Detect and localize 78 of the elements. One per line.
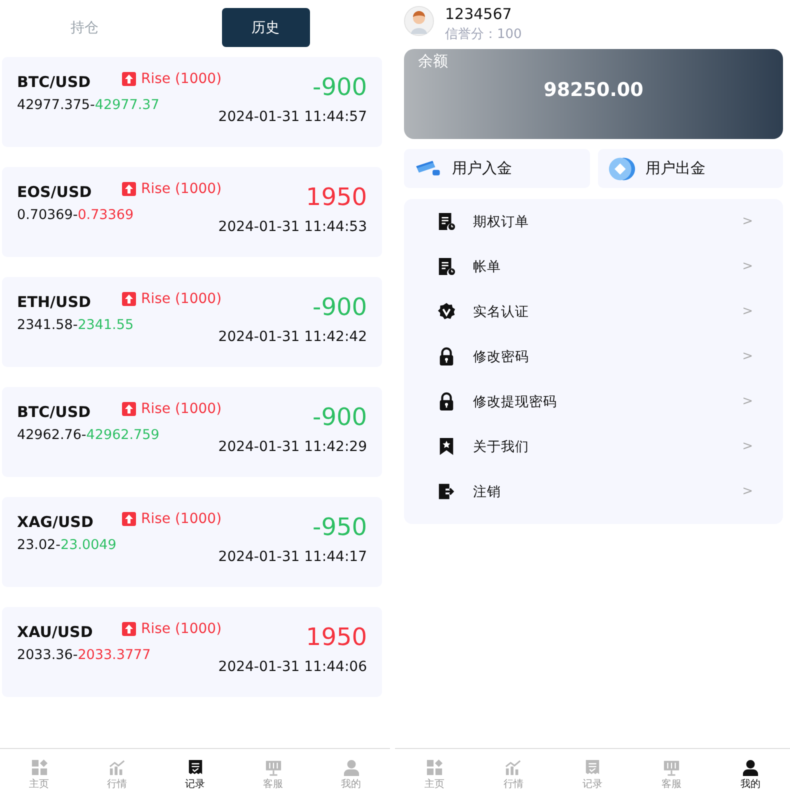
user-icon <box>342 759 360 776</box>
document-icon <box>437 212 456 231</box>
lock-icon <box>437 347 456 366</box>
price-range: 2033.36-2033.3777 <box>17 647 151 665</box>
nav-tab[interactable]: 记录 <box>156 749 234 791</box>
chevron-icon: > <box>742 394 753 409</box>
profit-value: -900 <box>312 293 367 321</box>
grid-icon <box>30 759 48 776</box>
menu-item[interactable]: 关于我们 > <box>404 424 783 469</box>
up-arrow-icon <box>122 72 136 86</box>
menu-item[interactable]: 帐单 > <box>404 244 783 289</box>
chevron-icon: > <box>742 349 753 364</box>
up-arrow-icon <box>122 402 136 416</box>
account-id: 1234567 <box>445 6 513 23</box>
direction-label: Rise (1000) <box>141 511 222 527</box>
pair-label: XAU/USD <box>17 623 94 641</box>
price-range: 2341.58-2341.55 <box>17 317 134 335</box>
tab[interactable]: 历史 <box>222 8 310 47</box>
chevron-icon: > <box>742 484 753 499</box>
avatar-icon <box>404 6 434 36</box>
nav-tab[interactable]: 我的 <box>711 749 790 791</box>
bookmark-icon <box>437 437 456 456</box>
direction-label: Rise (1000) <box>141 401 222 417</box>
chevron-icon: > <box>742 214 753 229</box>
price-range: 42977.375-42977.37 <box>17 97 160 115</box>
action-button[interactable]: 用户出金 <box>598 149 783 188</box>
balance-label: 余额 <box>417 51 449 71</box>
balance-amount: 98250.00 <box>544 79 644 101</box>
pair-label: BTC/USD <box>17 403 92 421</box>
profit-value: 1950 <box>306 183 367 211</box>
up-arrow-icon <box>122 512 136 526</box>
chevron-icon: > <box>742 304 753 319</box>
receipt-icon <box>584 759 601 776</box>
receipt-icon <box>186 759 204 776</box>
menu-item[interactable]: 实名认证 > <box>404 289 783 334</box>
up-arrow-icon <box>122 182 136 196</box>
monitor-icon <box>663 759 680 776</box>
action-button[interactable]: 用户入金 <box>404 149 590 188</box>
monitor-icon <box>264 759 282 776</box>
order-time: 2024-01-31 11:44:53 <box>218 219 367 235</box>
menu-item[interactable]: 期权订单 > <box>404 199 783 244</box>
order-time: 2024-01-31 11:44:17 <box>218 549 367 565</box>
menu-item[interactable]: 注销 > <box>404 469 783 514</box>
card-icon <box>414 158 442 178</box>
exit-icon <box>437 482 456 501</box>
pair-label: BTC/USD <box>17 73 92 91</box>
chevron-icon: > <box>742 259 753 274</box>
document-icon <box>437 257 456 276</box>
order-time: 2024-01-31 11:42:29 <box>218 439 367 455</box>
direction-label: Rise (1000) <box>141 621 222 637</box>
menu-item[interactable]: 修改提现密码 > <box>404 379 783 424</box>
price-range: 42962.76-42962.759 <box>17 427 160 445</box>
check-badge-icon <box>437 302 456 321</box>
profit-value: 1950 <box>306 623 367 651</box>
pair-label: EOS/USD <box>17 183 93 201</box>
profit-value: -900 <box>312 73 367 101</box>
user-icon <box>742 759 759 776</box>
direction-label: Rise (1000) <box>141 291 222 307</box>
chevron-icon: > <box>742 439 753 454</box>
direction-label: Rise (1000) <box>141 181 222 197</box>
pair-label: XAG/USD <box>17 513 94 531</box>
menu-item[interactable]: 修改密码 > <box>404 334 783 379</box>
profit-value: -950 <box>312 513 367 541</box>
pair-label: ETH/USD <box>17 293 92 311</box>
order-time: 2024-01-31 11:44:06 <box>218 659 367 675</box>
bar-chart-icon <box>108 759 126 776</box>
order-time: 2024-01-31 11:42:42 <box>218 329 367 345</box>
profit-value: -900 <box>312 403 367 431</box>
up-arrow-icon <box>122 292 136 306</box>
order-time: 2024-01-31 11:44:57 <box>218 109 367 125</box>
lock-icon <box>437 392 456 411</box>
direction-label: Rise (1000) <box>141 71 222 87</box>
grid-icon <box>426 759 443 776</box>
up-arrow-icon <box>122 622 136 636</box>
price-range: 0.70369-0.73369 <box>17 207 134 225</box>
bar-chart-icon <box>505 759 522 776</box>
credit-score: 信誉分：100 <box>445 26 522 43</box>
price-range: 23.02-23.0049 <box>17 537 116 555</box>
